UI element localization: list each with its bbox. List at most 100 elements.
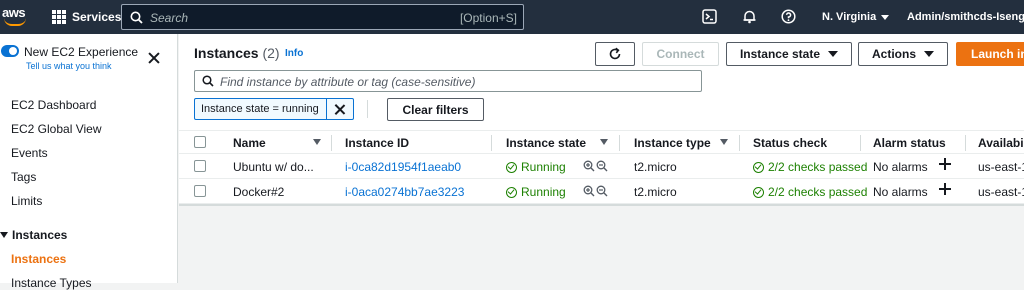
sidebar-item-tags[interactable]: Tags [11,170,36,184]
instance-name: Ubuntu w/ do... [233,160,314,174]
services-label: Services [72,10,122,24]
actions-button[interactable]: Actions [858,42,948,66]
info-link[interactable]: Info [285,48,303,59]
chevron-down-icon [881,14,890,20]
region-label: N. Virginia [822,11,877,23]
filter-token-label: Instance state = running [195,99,327,119]
sort-icon[interactable] [600,139,608,145]
main-content: Instances (2) Info Connect Instance stat… [179,34,1024,283]
status-check: 2/2 checks passed [753,160,867,174]
state-zoom-controls [583,160,608,172]
page-title: Instances (2) [194,45,280,61]
find-placeholder: Find instance by attribute or tag (case-… [220,75,476,89]
availability-zone: us-east-1 [978,185,1024,199]
column-divider[interactable] [491,135,492,151]
column-header-instance-state[interactable]: Instance state [506,136,586,150]
launch-instances-button[interactable]: Launch in [956,42,1024,66]
sidebar-item-ec2-dashboard[interactable]: EC2 Dashboard [11,98,96,112]
status-check-text: 2/2 checks passed [768,160,868,174]
instance-type: t2.micro [634,160,677,174]
instances-panel: Instances (2) Info Connect Instance stat… [179,34,1024,206]
column-divider[interactable] [331,135,332,151]
instance-type: t2.micro [634,185,677,199]
column-divider[interactable] [860,135,861,151]
status-check-text: 2/2 checks passed [768,185,868,199]
actions-label: Actions [871,47,916,61]
table-row[interactable]: Ubuntu w/ do... i-0ca82d1954f1aeab0 Runn… [179,154,1024,179]
feedback-link[interactable]: Tell us what you think [26,61,112,71]
column-header-instance-id[interactable]: Instance ID [345,136,409,150]
sidebar-item-instance-types[interactable]: Instance Types [11,276,92,290]
caret-down-icon [0,232,8,238]
grid-icon [52,10,66,24]
zoom-out-icon[interactable] [596,185,608,197]
check-circle-icon [506,161,517,173]
column-header-status-check[interactable]: Status check [753,136,827,150]
row-checkbox[interactable] [194,160,206,172]
sidebar-item-limits[interactable]: Limits [11,194,42,208]
sidebar-section-label: Instances [12,228,68,242]
sidebar-item-ec2-global-view[interactable]: EC2 Global View [11,122,102,136]
zoom-in-icon[interactable] [583,185,595,197]
cloudshell-icon[interactable] [702,9,717,24]
aws-smile-icon [4,18,26,26]
top-navigation: aws Services Search [Option+S] N. Virgin… [0,0,1024,34]
aws-logo[interactable]: aws [2,4,32,30]
refresh-icon [609,47,621,60]
remove-filter-icon[interactable] [327,99,353,119]
connect-button[interactable]: Connect [642,42,719,66]
sidebar-item-instances[interactable]: Instances [11,252,66,266]
divider [367,100,368,118]
search-icon [202,75,214,87]
search-input[interactable]: Search [Option+S] [121,4,524,30]
refresh-button[interactable] [595,42,635,66]
column-divider[interactable] [739,135,740,151]
row-checkbox[interactable] [194,185,206,197]
zoom-out-icon[interactable] [596,160,608,172]
search-icon [130,11,143,24]
caret-down-icon [924,51,934,57]
find-instance-input[interactable]: Find instance by attribute or tag (case-… [194,70,702,92]
availability-zone: us-east-1 [978,160,1024,174]
add-alarm-icon[interactable] [939,158,951,170]
sort-icon[interactable] [720,139,728,145]
close-icon[interactable] [148,52,160,64]
clear-filters-button[interactable]: Clear filters [387,98,484,121]
status-check: 2/2 checks passed [753,185,867,199]
table-header: Name Instance ID Instance state Instance… [179,130,1024,154]
alarm-status: No alarms [873,160,928,174]
bell-icon[interactable] [742,9,757,24]
table-row[interactable]: Docker#2 i-0aca0274bb7ae3223 Running t2.… [179,179,1024,204]
zoom-in-icon[interactable] [583,160,595,172]
column-header-instance-type[interactable]: Instance type [634,136,711,150]
sort-icon[interactable] [313,139,321,145]
instance-count: (2) [262,45,280,61]
sidebar-item-events[interactable]: Events [11,146,48,160]
column-divider[interactable] [965,135,966,151]
sidebar-section-instances[interactable]: Instances [0,228,67,242]
instance-name: Docker#2 [233,185,285,199]
sidebar: New EC2 Experience Tell us what you thin… [0,34,178,290]
column-header-name[interactable]: Name [233,136,266,150]
services-menu[interactable]: Services [52,9,121,25]
column-header-availability-zone[interactable]: Availabi [978,136,1024,150]
region-selector[interactable]: N. Virginia [822,11,890,23]
instance-state-text: Running [521,185,566,199]
new-experience-toggle[interactable] [1,45,19,57]
instance-state-label: Instance state [739,47,821,61]
add-alarm-icon[interactable] [939,183,951,195]
column-header-alarm-status[interactable]: Alarm status [873,136,946,150]
help-icon[interactable] [781,9,796,24]
alarm-status: No alarms [873,185,928,199]
search-placeholder: Search [150,11,189,25]
column-divider[interactable] [619,135,620,151]
instance-state-text: Running [521,160,566,174]
caret-down-icon [828,51,839,57]
instance-state-button[interactable]: Instance state [726,42,852,66]
check-circle-icon [753,186,764,198]
account-menu[interactable]: Admin/smithcds-Isengard [907,11,1024,23]
state-zoom-controls [583,185,608,197]
instance-id-link[interactable]: i-0ca82d1954f1aeab0 [345,160,461,174]
select-all-checkbox[interactable] [194,136,206,148]
instance-id-link[interactable]: i-0aca0274bb7ae3223 [345,185,464,199]
